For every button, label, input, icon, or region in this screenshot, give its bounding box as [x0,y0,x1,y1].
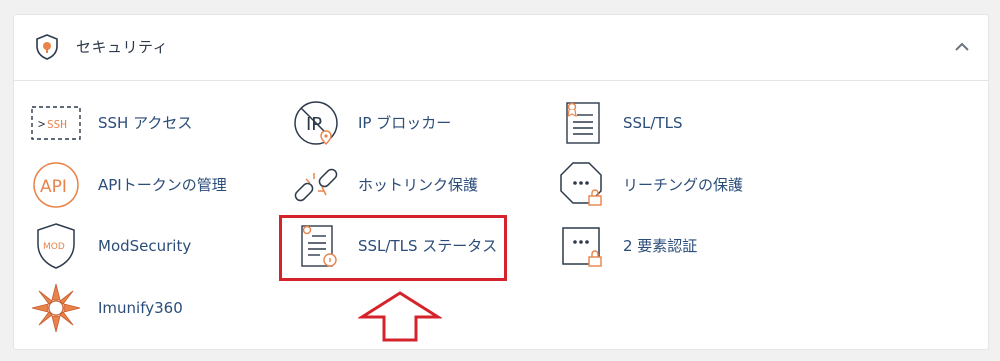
modsecurity-label: ModSecurity [98,237,192,255]
ssh-access-link[interactable]: > SSH SSH アクセス [30,97,250,149]
api-icon: API [33,162,79,208]
highlight-box [279,215,507,281]
ssh-terminal-icon: > SSH [31,106,81,140]
ip-blocker-label: IP ブロッカー [358,114,452,132]
security-panel-header[interactable]: セキュリティ [14,15,988,81]
ssl-tls-label: SSL/TLS [623,114,683,132]
modsecurity-link[interactable]: MOD ModSecurity [30,220,250,272]
modsecurity-shield-icon: MOD [37,223,75,269]
imunify360-label: Imunify360 [98,299,183,317]
ssl-tls-link[interactable]: SSL/TLS [555,97,775,149]
chevron-up-icon[interactable] [952,37,972,57]
svg-text:MOD: MOD [43,242,65,252]
leech-protection-label: リーチングの保護 [623,176,744,194]
shield-icon [36,34,58,60]
imunify360-logo-icon [31,283,81,333]
up-arrow-annotation [358,291,442,342]
imunify360-link[interactable]: Imunify360 [30,282,250,334]
ssl-certificate-icon [566,102,600,144]
two-factor-auth-icon [562,227,602,267]
ip-blocker-link[interactable]: IP IP ブロッカー [290,97,510,149]
svg-text:IP: IP [306,114,322,135]
ssh-access-label: SSH アクセス [98,114,193,132]
svg-text:SSH: SSH [47,118,67,131]
two-factor-auth-label: 2 要素認証 [623,237,698,255]
api-tokens-label: APIトークンの管理 [98,176,227,194]
svg-text:API: API [40,177,67,197]
broken-link-icon [294,168,338,202]
hotlink-protection-link[interactable]: ホットリンク保護 [290,159,520,211]
panel-title: セキュリティ [76,38,169,56]
leech-protect-icon [560,162,602,206]
hotlink-protection-label: ホットリンク保護 [358,176,479,194]
api-tokens-link[interactable]: API APIトークンの管理 [30,159,260,211]
svg-text:>: > [38,117,45,131]
ip-blocker-icon: IP [294,101,338,145]
leech-protection-link[interactable]: リーチングの保護 [555,159,785,211]
two-factor-auth-link[interactable]: 2 要素認証 [555,220,775,272]
